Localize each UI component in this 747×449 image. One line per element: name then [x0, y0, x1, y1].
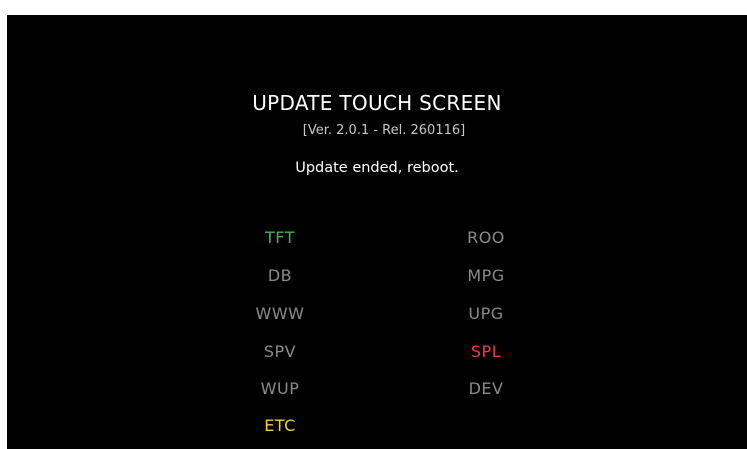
module-upg: UPG [468, 304, 504, 323]
module-dev: DEV [468, 379, 504, 398]
module-spv: SPV [263, 342, 297, 361]
update-title: UPDATE TOUCH SCREEN [252, 91, 502, 115]
module-roo: ROO [467, 228, 505, 247]
touch-screen: UPDATE TOUCH SCREEN [Ver. 2.0.1 - Rel. 2… [7, 15, 747, 449]
module-tft: TFT [265, 228, 295, 247]
module-db: DB [267, 266, 293, 285]
module-mpg: MPG [467, 266, 505, 285]
module-etc: ETC [264, 416, 296, 435]
version-info: [Ver. 2.0.1 - Rel. 260116] [302, 123, 466, 138]
module-wup: WUP [260, 379, 300, 398]
module-spl: SPL [470, 342, 502, 361]
update-status-message: Update ended, reboot. [295, 160, 459, 176]
module-www: WWW [255, 304, 305, 323]
